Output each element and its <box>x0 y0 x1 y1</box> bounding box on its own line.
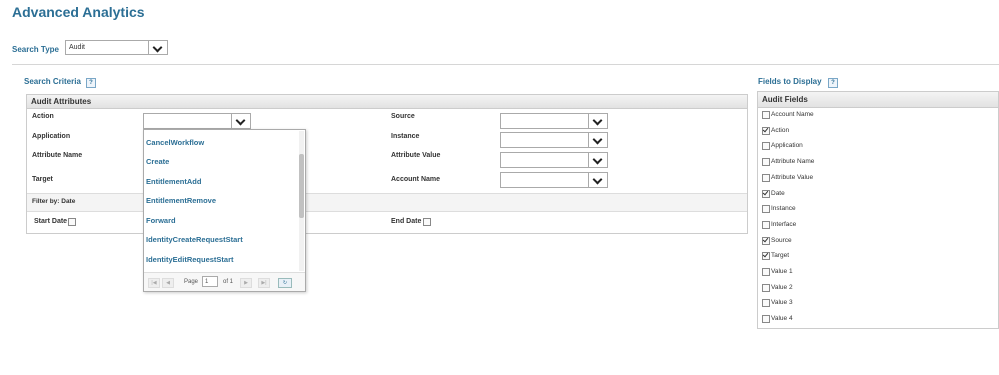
prev-page-icon[interactable]: ◀ <box>162 278 174 288</box>
attribute-value-label: Attribute Value <box>391 152 441 159</box>
instance-select[interactable] <box>500 132 608 148</box>
chevron-down-icon[interactable] <box>588 133 607 147</box>
audit-field-checkbox[interactable] <box>762 158 770 166</box>
search-criteria-label: Search Criteria <box>24 77 81 86</box>
scrollbar-thumb[interactable] <box>299 154 304 218</box>
audit-field-checkbox[interactable] <box>762 111 770 119</box>
audit-field-label: Application <box>771 142 803 149</box>
option-create[interactable]: Create <box>146 157 169 166</box>
option-entitlementadd[interactable]: EntitlementAdd <box>146 177 201 186</box>
audit-attributes-panel: Audit Attributes <box>26 94 748 234</box>
attribute-value-select[interactable] <box>500 152 608 168</box>
audit-field-label: Value 3 <box>771 299 793 306</box>
audit-field-label: Instance <box>771 205 796 212</box>
option-entitlementremove[interactable]: EntitlementRemove <box>146 196 216 205</box>
search-type-value: Audit <box>69 44 85 51</box>
help-icon[interactable]: ? <box>828 78 838 88</box>
audit-field-label: Value 2 <box>771 284 793 291</box>
filter-bar <box>27 193 747 212</box>
end-date-checkbox[interactable] <box>423 218 431 226</box>
page-number-input[interactable]: 1 <box>202 276 218 287</box>
audit-field-label: Account Name <box>771 111 814 118</box>
start-date-checkbox[interactable] <box>68 218 76 226</box>
option-identitycreaterequeststart[interactable]: IdentityCreateRequestStart <box>146 235 243 244</box>
audit-field-checkbox[interactable] <box>762 205 770 213</box>
audit-field-checkbox[interactable] <box>762 299 770 307</box>
audit-field-checkbox[interactable] <box>762 142 770 150</box>
start-date-label: Start Date <box>34 218 68 225</box>
last-page-icon[interactable]: ▶| <box>258 278 270 288</box>
target-label: Target <box>32 176 53 183</box>
help-icon[interactable]: ? <box>86 78 96 88</box>
audit-field-label: Interface <box>771 221 797 228</box>
option-forward[interactable]: Forward <box>146 216 176 225</box>
chevron-down-icon[interactable] <box>588 173 607 187</box>
audit-field-label: Source <box>771 237 792 244</box>
audit-field-checkbox[interactable] <box>762 284 770 292</box>
filter-label: Filter by: Date <box>32 198 76 205</box>
dropdown-pager: |◀ ◀ Page 1 of 1 ▶ ▶| ↻ <box>144 272 305 291</box>
audit-field-checkbox[interactable] <box>762 127 770 135</box>
first-page-icon[interactable]: |◀ <box>148 278 160 288</box>
chevron-down-icon[interactable] <box>588 114 607 128</box>
page-title: Advanced Analytics <box>12 4 145 20</box>
option-cancelworkflow[interactable]: CancelWorkflow <box>146 138 204 147</box>
account-name-label: Account Name <box>391 176 441 183</box>
page-count-label: of 1 <box>223 279 234 285</box>
audit-field-label: Date <box>771 190 785 197</box>
end-date-label: End Date <box>391 218 422 225</box>
option-identityeditrequeststart[interactable]: IdentityEditRequestStart <box>146 255 234 264</box>
audit-field-checkbox[interactable] <box>762 237 770 245</box>
divider <box>12 64 999 65</box>
application-label: Application <box>32 133 71 140</box>
fields-to-display-label: Fields to Display <box>758 77 822 86</box>
instance-label: Instance <box>391 133 420 140</box>
search-type-label: Search Type <box>12 45 59 54</box>
audit-field-label: Value 1 <box>771 268 793 275</box>
action-select[interactable] <box>143 113 251 129</box>
chevron-down-icon[interactable] <box>231 114 250 128</box>
source-select[interactable] <box>500 113 608 129</box>
chevron-down-icon[interactable] <box>588 153 607 167</box>
next-page-icon[interactable]: ▶ <box>240 278 252 288</box>
audit-field-label: Value 4 <box>771 315 793 322</box>
action-label: Action <box>32 113 54 120</box>
attribute-name-label: Attribute Name <box>32 152 83 159</box>
refresh-icon[interactable]: ↻ <box>278 278 292 288</box>
chevron-down-icon[interactable] <box>148 41 167 54</box>
audit-field-checkbox[interactable] <box>762 190 770 198</box>
audit-field-label: Attribute Value <box>771 174 814 181</box>
page-label: Page <box>184 279 199 285</box>
audit-field-checkbox[interactable] <box>762 221 770 229</box>
audit-field-label: Target <box>771 252 790 259</box>
action-dropdown-list: CancelWorkflow Create EntitlementAdd Ent… <box>143 129 306 292</box>
audit-field-checkbox[interactable] <box>762 174 770 182</box>
audit-attributes-title: Audit Attributes <box>27 95 747 109</box>
account-name-select[interactable] <box>500 172 608 188</box>
search-type-select[interactable]: Audit <box>65 40 168 55</box>
audit-field-checkbox[interactable] <box>762 268 770 276</box>
source-label: Source <box>391 113 415 120</box>
audit-field-label: Attribute Name <box>771 158 815 165</box>
audit-fields-title: Audit Fields <box>758 92 998 108</box>
audit-field-checkbox[interactable] <box>762 252 770 260</box>
audit-field-label: Action <box>771 127 790 134</box>
audit-field-checkbox[interactable] <box>762 315 770 323</box>
